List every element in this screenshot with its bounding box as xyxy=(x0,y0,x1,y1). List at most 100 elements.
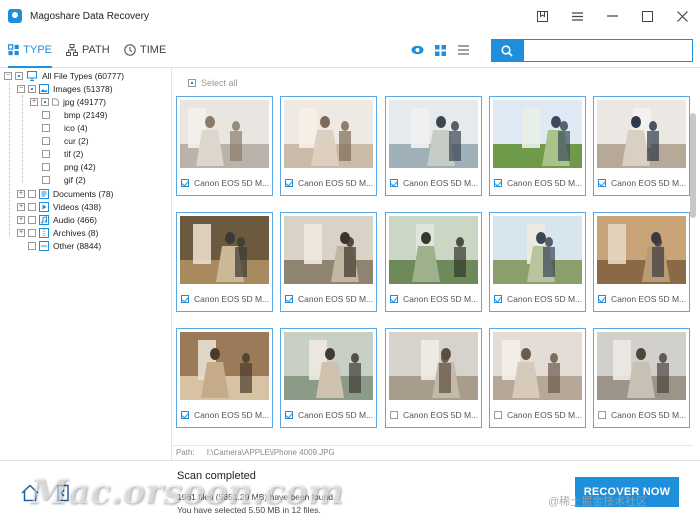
menu-icon[interactable] xyxy=(560,0,595,32)
tree-item-ico[interactable]: ico (4) xyxy=(42,121,88,134)
tree-item-cur[interactable]: cur (2) xyxy=(42,134,89,147)
tree-item-tif[interactable]: tif (2) xyxy=(42,147,83,160)
tab-path[interactable]: PATH xyxy=(66,32,110,68)
thumbnail-image[interactable] xyxy=(180,216,269,284)
cur-checkbox[interactable] xyxy=(42,136,50,145)
thumbnail-checkbox[interactable] xyxy=(181,179,189,187)
tree-item-other[interactable]: Other (8844) xyxy=(28,239,101,252)
thumbnail-image[interactable] xyxy=(597,100,686,168)
tree-item-images[interactable]: − Images (51378) xyxy=(17,82,113,95)
thumbnail-image[interactable] xyxy=(389,100,478,168)
thumbnail-card[interactable]: Canon EOS 5D M... xyxy=(489,328,586,428)
thumbnail-checkbox[interactable] xyxy=(285,295,293,303)
thumbnail-image[interactable] xyxy=(389,332,478,400)
search-input[interactable] xyxy=(523,39,693,62)
thumbnail-image[interactable] xyxy=(493,216,582,284)
scrollbar-thumb[interactable] xyxy=(690,113,696,218)
thumbnail-checkbox[interactable] xyxy=(598,411,606,419)
thumbnail-checkbox[interactable] xyxy=(390,179,398,187)
images-checkbox[interactable] xyxy=(28,84,36,93)
thumbnail-card[interactable]: Canon EOS 5D M... xyxy=(176,328,273,428)
thumbnail-card[interactable]: Canon EOS 5D M... xyxy=(593,328,690,428)
thumbnail-card[interactable]: Canon EOS 5D M... xyxy=(385,212,482,312)
home-button[interactable] xyxy=(20,483,42,505)
thumbnail-checkbox[interactable] xyxy=(494,411,502,419)
thumbnail-card[interactable]: Canon EOS 5D M... xyxy=(280,328,377,428)
thumbnail-card[interactable]: Canon EOS 5D M... xyxy=(176,212,273,312)
audio-checkbox[interactable] xyxy=(28,215,36,224)
thumbnail-card[interactable]: Canon EOS 5D M... xyxy=(280,212,377,312)
grid-view-icon[interactable] xyxy=(432,42,448,58)
tab-type[interactable]: TYPE xyxy=(8,32,52,68)
preview-view-icon[interactable] xyxy=(409,42,425,58)
png-checkbox[interactable] xyxy=(42,162,50,171)
thumbnail-card[interactable]: Canon EOS 5D M... xyxy=(489,212,586,312)
thumbnail-image[interactable] xyxy=(180,100,269,168)
thumbnail-image[interactable] xyxy=(180,332,269,400)
thumbnail-checkbox[interactable] xyxy=(598,179,606,187)
thumbnail-image[interactable] xyxy=(493,100,582,168)
videos-checkbox[interactable] xyxy=(28,202,36,211)
expand-icon[interactable]: + xyxy=(30,97,38,106)
bmp-checkbox[interactable] xyxy=(42,110,50,119)
bookmark-icon[interactable] xyxy=(525,0,560,32)
documents-checkbox[interactable] xyxy=(28,189,36,198)
thumbnail-card[interactable]: Canon EOS 5D M... xyxy=(176,96,273,196)
jpg-checkbox[interactable] xyxy=(41,97,49,106)
select-all[interactable]: Select all xyxy=(188,76,238,89)
expand-icon[interactable]: + xyxy=(17,228,25,237)
thumbnail-image[interactable] xyxy=(284,216,373,284)
close-icon[interactable] xyxy=(665,0,700,32)
thumbnail-image[interactable] xyxy=(493,332,582,400)
expand-icon[interactable]: + xyxy=(17,202,25,211)
thumbnail-image[interactable] xyxy=(597,332,686,400)
tab-time[interactable]: TIME xyxy=(124,32,168,68)
maximize-icon[interactable] xyxy=(630,0,665,32)
gif-checkbox[interactable] xyxy=(42,175,50,184)
thumbnail-checkbox[interactable] xyxy=(285,411,293,419)
tree-item-png[interactable]: png (42) xyxy=(42,160,96,173)
thumbnail-checkbox[interactable] xyxy=(181,295,189,303)
tree-item-jpg[interactable]: + jpg (49177) xyxy=(30,95,106,108)
thumbnail-card[interactable]: Canon EOS 5D M... xyxy=(385,96,482,196)
select-all-checkbox[interactable] xyxy=(188,78,196,87)
other-checkbox[interactable] xyxy=(28,241,36,250)
recover-now-button[interactable]: RECOVER NOW xyxy=(575,477,679,507)
thumbnail-image[interactable] xyxy=(284,100,373,168)
thumbnail-card[interactable]: Canon EOS 5D M... xyxy=(593,212,690,312)
thumbnail-card[interactable]: Canon EOS 5D M... xyxy=(385,328,482,428)
tree-item-documents[interactable]: + Documents (78) xyxy=(17,187,113,200)
search-button[interactable] xyxy=(491,39,523,62)
expand-icon[interactable]: + xyxy=(17,215,25,224)
thumbnail-checkbox[interactable] xyxy=(598,295,606,303)
tree-item-bmp[interactable]: bmp (2149) xyxy=(42,108,107,121)
tif-checkbox[interactable] xyxy=(42,149,50,158)
thumbnail-image[interactable] xyxy=(597,216,686,284)
tree-item-archives[interactable]: + Archives (8) xyxy=(17,226,98,239)
all-file-types-checkbox[interactable] xyxy=(15,71,23,80)
list-view-icon[interactable] xyxy=(455,42,471,58)
back-button[interactable] xyxy=(54,483,76,505)
archives-checkbox[interactable] xyxy=(28,228,36,237)
thumbnail-card[interactable]: Canon EOS 5D M... xyxy=(593,96,690,196)
collapse-icon[interactable]: − xyxy=(17,84,25,93)
tree-item-videos[interactable]: + Videos (438) xyxy=(17,200,101,213)
tree-item-all-file-types[interactable]: − All File Types (60777) xyxy=(4,69,124,82)
thumbnail-checkbox[interactable] xyxy=(181,411,189,419)
thumbnail-checkbox[interactable] xyxy=(390,295,398,303)
expand-icon[interactable]: + xyxy=(17,189,25,198)
collapse-icon[interactable]: − xyxy=(4,71,12,80)
scrollbar[interactable] xyxy=(689,95,697,440)
thumbnail-checkbox[interactable] xyxy=(390,411,398,419)
thumbnail-card[interactable]: Canon EOS 5D M... xyxy=(280,96,377,196)
thumbnail-image[interactable] xyxy=(389,216,478,284)
thumbnail-checkbox[interactable] xyxy=(494,295,502,303)
ico-checkbox[interactable] xyxy=(42,123,50,132)
thumbnail-card[interactable]: Canon EOS 5D M... xyxy=(489,96,586,196)
thumbnail-checkbox[interactable] xyxy=(285,179,293,187)
tree-item-audio[interactable]: + Audio (466) xyxy=(17,213,97,226)
tree-item-gif[interactable]: gif (2) xyxy=(42,173,86,186)
minimize-icon[interactable] xyxy=(595,0,630,32)
thumbnail-image[interactable] xyxy=(284,332,373,400)
thumbnail-checkbox[interactable] xyxy=(494,179,502,187)
